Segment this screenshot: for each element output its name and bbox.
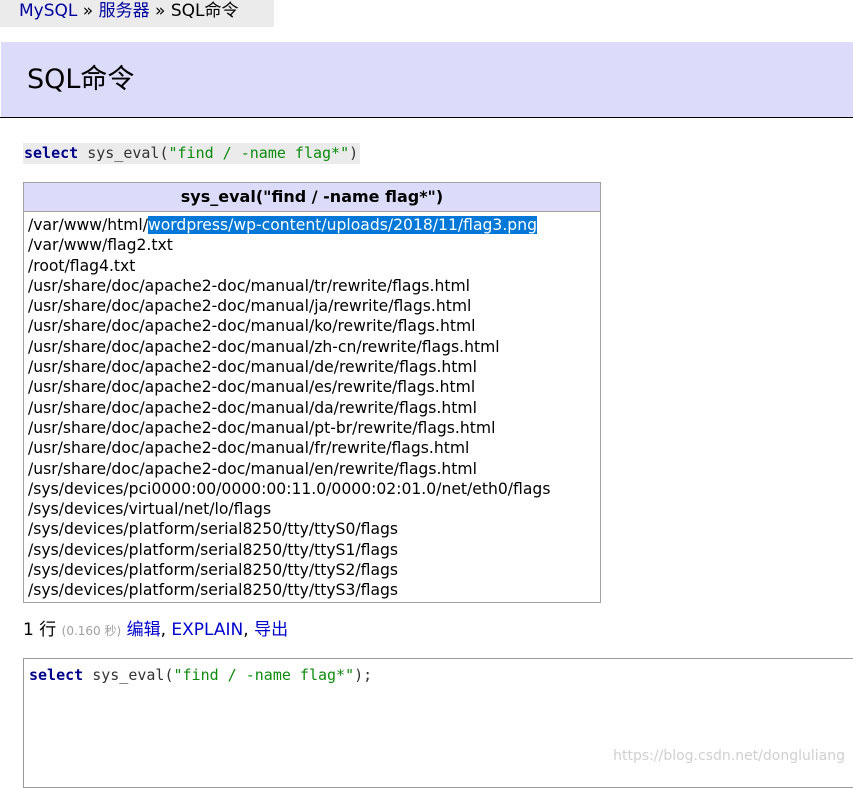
header-divider <box>0 117 853 118</box>
page-title: SQL命令 <box>27 64 135 95</box>
query-time: (0.160 秒) <box>61 624 122 638</box>
result-body: /var/www/html/wordpress/wp-content/uploa… <box>24 212 600 601</box>
table-row: /usr/share/doc/apache2-doc/manual/ko/rew… <box>28 317 476 336</box>
query-close: ) <box>349 144 359 162</box>
table-row: /usr/share/doc/apache2-doc/manual/da/rew… <box>28 398 477 417</box>
edit-link[interactable]: 编辑 <box>127 620 161 640</box>
table-row: /root/flag4.txt <box>28 256 136 275</box>
query-function: sys_eval( <box>87 144 169 162</box>
breadcrumb-separator: » <box>82 1 94 21</box>
table-row: /usr/share/doc/apache2-doc/manual/ja/rew… <box>28 297 472 316</box>
table-row: /usr/share/doc/apache2-doc/manual/tr/rew… <box>28 276 470 295</box>
table-row: /usr/share/doc/apache2-doc/manual/es/rew… <box>28 378 476 397</box>
result-table: sys_eval("find / -name flag*") /var/www/… <box>23 182 601 603</box>
query-string: "find / -name flag*" <box>168 144 350 162</box>
editor-function: sys_eval( <box>92 666 174 684</box>
page-header: SQL命令 <box>1 42 853 117</box>
row-count: 1 行 <box>23 620 57 640</box>
breadcrumb-server-link[interactable]: 服务器 <box>99 1 150 21</box>
table-row: /usr/share/doc/apache2-doc/manual/zh-cn/… <box>28 337 500 356</box>
selected-text: wordpress/wp-content/uploads/2018/11/fla… <box>148 216 537 234</box>
editor-close: ); <box>354 666 373 684</box>
table-row: /sys/devices/platform/serial8250/tty/tty… <box>28 561 399 580</box>
executed-query: select sys_eval("find / -name flag*") <box>23 143 361 164</box>
table-row: /sys/devices/virtual/net/lo/flags <box>28 500 272 519</box>
query-stats: 1 行 (0.160 秒) 编辑, EXPLAIN, 导出 <box>23 619 288 641</box>
table-row: /sys/devices/pci0000:00/0000:00:11.0/000… <box>28 479 551 498</box>
table-row: /sys/devices/platform/serial8250/tty/tty… <box>28 540 399 559</box>
breadcrumb-mysql-link[interactable]: MySQL <box>19 1 77 21</box>
table-row: /usr/share/doc/apache2-doc/manual/fr/rew… <box>28 439 470 458</box>
editor-string: "find / -name flag*" <box>173 666 355 684</box>
comma: , <box>243 620 249 640</box>
table-row: /var/www/flag2.txt <box>28 236 173 255</box>
column-header[interactable]: sys_eval("find / -name flag*") <box>24 183 600 212</box>
breadcrumb-separator: » <box>155 1 166 21</box>
breadcrumb-current: SQL命令 <box>170 1 239 21</box>
table-row: /usr/share/doc/apache2-doc/manual/en/rew… <box>28 459 477 478</box>
table-row: /usr/share/doc/apache2-doc/manual/pt-br/… <box>28 418 496 437</box>
comma: , <box>160 620 166 640</box>
query-keyword: select <box>24 144 79 162</box>
editor-keyword: select <box>29 666 84 684</box>
watermark: https://blog.csdn.net/dongluliang <box>613 748 845 764</box>
breadcrumb: MySQL » 服务器 » SQL命令 <box>0 0 274 27</box>
export-link[interactable]: 导出 <box>254 620 288 640</box>
editor-code[interactable]: select sys_eval("find / -name flag*"); <box>29 665 372 685</box>
table-row: /var/www/html/wordpress/wp-content/uploa… <box>28 215 600 235</box>
explain-link[interactable]: EXPLAIN <box>171 620 243 640</box>
sql-editor[interactable]: select sys_eval("find / -name flag*"); <box>23 658 853 788</box>
table-row: /usr/share/doc/apache2-doc/manual/de/rew… <box>28 358 477 377</box>
table-row: /sys/devices/platform/serial8250/tty/tty… <box>28 520 399 539</box>
row-text-prefix: /var/www/html/ <box>28 216 148 234</box>
table-row: /sys/devices/platform/serial8250/tty/tty… <box>28 581 399 600</box>
